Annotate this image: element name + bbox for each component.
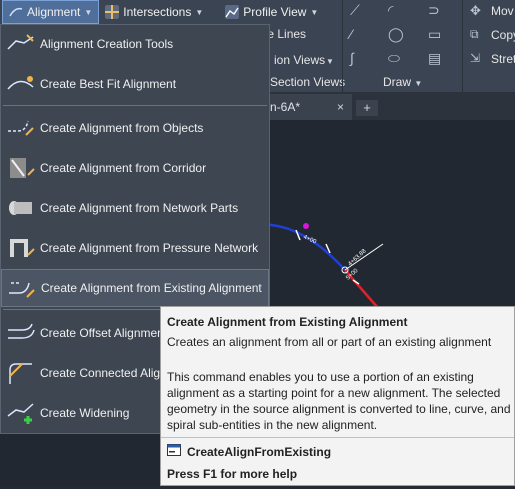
move-button[interactable]: Mov <box>491 4 514 18</box>
command-tooltip: Create Alignment from Existing Alignment… <box>160 306 515 486</box>
tooltip-short-description: Creates an alignment from all or part of… <box>167 335 492 349</box>
document-tab-label: n-6A* <box>270 100 301 114</box>
line-tool-icon[interactable]: ⟋ <box>350 2 360 19</box>
circle-tool-icon[interactable]: ◯ <box>388 26 404 43</box>
alignment-from-objects-icon <box>6 115 36 141</box>
pi-marker <box>303 223 309 229</box>
alignment-from-network-parts-icon <box>6 195 36 221</box>
profile-view-label: Profile View <box>243 5 307 19</box>
menu-item-create-alignment-from-pressure-network[interactable]: Create Alignment from Pressure Network <box>1 229 269 267</box>
offset-alignment-icon <box>6 320 36 346</box>
ribbon-divider <box>342 0 343 92</box>
tooltip-help-hint: Press F1 for more help <box>167 467 298 481</box>
chevron-down-icon: ▼ <box>195 7 204 17</box>
curve-tool-icon[interactable]: ∫ <box>350 50 354 66</box>
menu-item-label: Create Alignment from Objects <box>40 121 204 135</box>
menu-item-create-alignment-from-existing-alignment[interactable]: Create Alignment from Existing Alignment <box>1 269 269 307</box>
alignment-from-pressure-network-icon <box>6 235 36 261</box>
spline-tool-icon[interactable]: ⁄ <box>350 26 352 42</box>
stretch-icon: ⇲ <box>470 51 481 65</box>
connected-alignment-icon <box>6 360 36 386</box>
menu-item-create-alignment-from-objects[interactable]: Create Alignment from Objects <box>1 109 269 147</box>
chevron-down-icon: ▼ <box>414 79 423 88</box>
polyline-tool-icon[interactable]: ⊃ <box>428 2 440 19</box>
best-fit-alignment-icon <box>6 71 36 97</box>
hatch-tool-icon[interactable]: ▤ <box>428 50 441 67</box>
close-icon[interactable]: × <box>337 94 344 120</box>
menu-item-label: Alignment Creation Tools <box>40 37 174 51</box>
section-views-panel-title: Section Views <box>270 75 346 89</box>
tooltip-command-name: CreateAlignFromExisting <box>187 444 332 459</box>
chevron-down-icon: ▼ <box>84 7 93 17</box>
alignment-from-corridor-icon <box>6 155 36 181</box>
draw-panel-title[interactable]: Draw ▼ <box>383 74 422 90</box>
document-tab[interactable]: n-6A* × <box>262 94 352 120</box>
draw-panel-label: Draw <box>383 75 412 89</box>
chevron-down-icon: ▼ <box>310 7 319 17</box>
widening-icon <box>6 400 36 426</box>
ribbon-divider <box>462 0 463 92</box>
intersections-label: Intersections <box>123 5 192 19</box>
ellipse-tool-icon[interactable]: ⬭ <box>388 50 400 67</box>
menu-item-alignment-creation-tools[interactable]: Alignment Creation Tools <box>1 25 269 63</box>
tooltip-description: This command enables you to use a portio… <box>167 370 511 432</box>
menu-item-label: Create Alignment from Corridor <box>40 161 207 175</box>
arc-tool-icon[interactable]: ◜ <box>388 2 393 19</box>
menu-item-create-best-fit-alignment[interactable]: Create Best Fit Alignment <box>1 65 269 103</box>
tooltip-separator <box>161 437 514 438</box>
menu-item-label: Create Best Fit Alignment <box>40 77 177 91</box>
profile-view-dropdown-button[interactable]: Profile View ▼ <box>219 1 324 23</box>
menu-item-label: Create Alignment from Pressure Network <box>40 241 259 255</box>
profile-view-icon <box>225 5 240 19</box>
ribbon-top-row: Alignment ▼ Intersections ▼ Profile View… <box>0 0 324 24</box>
chevron-down-icon: ▼ <box>326 57 334 66</box>
menu-item-create-alignment-from-corridor[interactable]: Create Alignment from Corridor <box>1 149 269 187</box>
menu-item-create-alignment-from-network-parts[interactable]: Create Alignment from Network Parts <box>1 189 269 227</box>
alignment-dropdown-button[interactable]: Alignment ▼ <box>2 0 100 24</box>
intersections-dropdown-button[interactable]: Intersections ▼ <box>99 1 209 23</box>
menu-item-label: Create Alignment from Existing Alignment <box>41 281 262 295</box>
tooltip-title: Create Alignment from Existing Alignment <box>167 315 408 329</box>
alignment-from-existing-alignment-icon <box>7 275 37 301</box>
intersections-icon <box>105 5 120 19</box>
menu-separator <box>3 105 267 106</box>
alignment-creation-tools-icon <box>6 31 36 57</box>
rectangle-tool-icon[interactable]: ▭ <box>428 26 441 43</box>
stretch-button[interactable]: Stret <box>491 52 515 66</box>
section-views-button[interactable]: ion Views <box>274 53 325 67</box>
copy-icon: ⧉ <box>470 27 479 41</box>
menu-item-label: Create Alignment from Network Parts <box>40 201 239 215</box>
menu-item-label: Create Widening <box>40 406 130 420</box>
alignment-label: Alignment <box>27 5 81 19</box>
alignment-icon <box>9 5 23 19</box>
move-icon: ✥ <box>470 3 481 18</box>
command-line-icon <box>167 444 181 459</box>
copy-button[interactable]: Copy <box>491 28 515 42</box>
menu-item-label: Create Offset Alignment <box>40 326 168 340</box>
station-label: 4+63.88 <box>347 248 368 268</box>
tooltip-command-row: CreateAlignFromExisting <box>167 444 331 459</box>
new-tab-button[interactable]: + <box>356 100 378 116</box>
